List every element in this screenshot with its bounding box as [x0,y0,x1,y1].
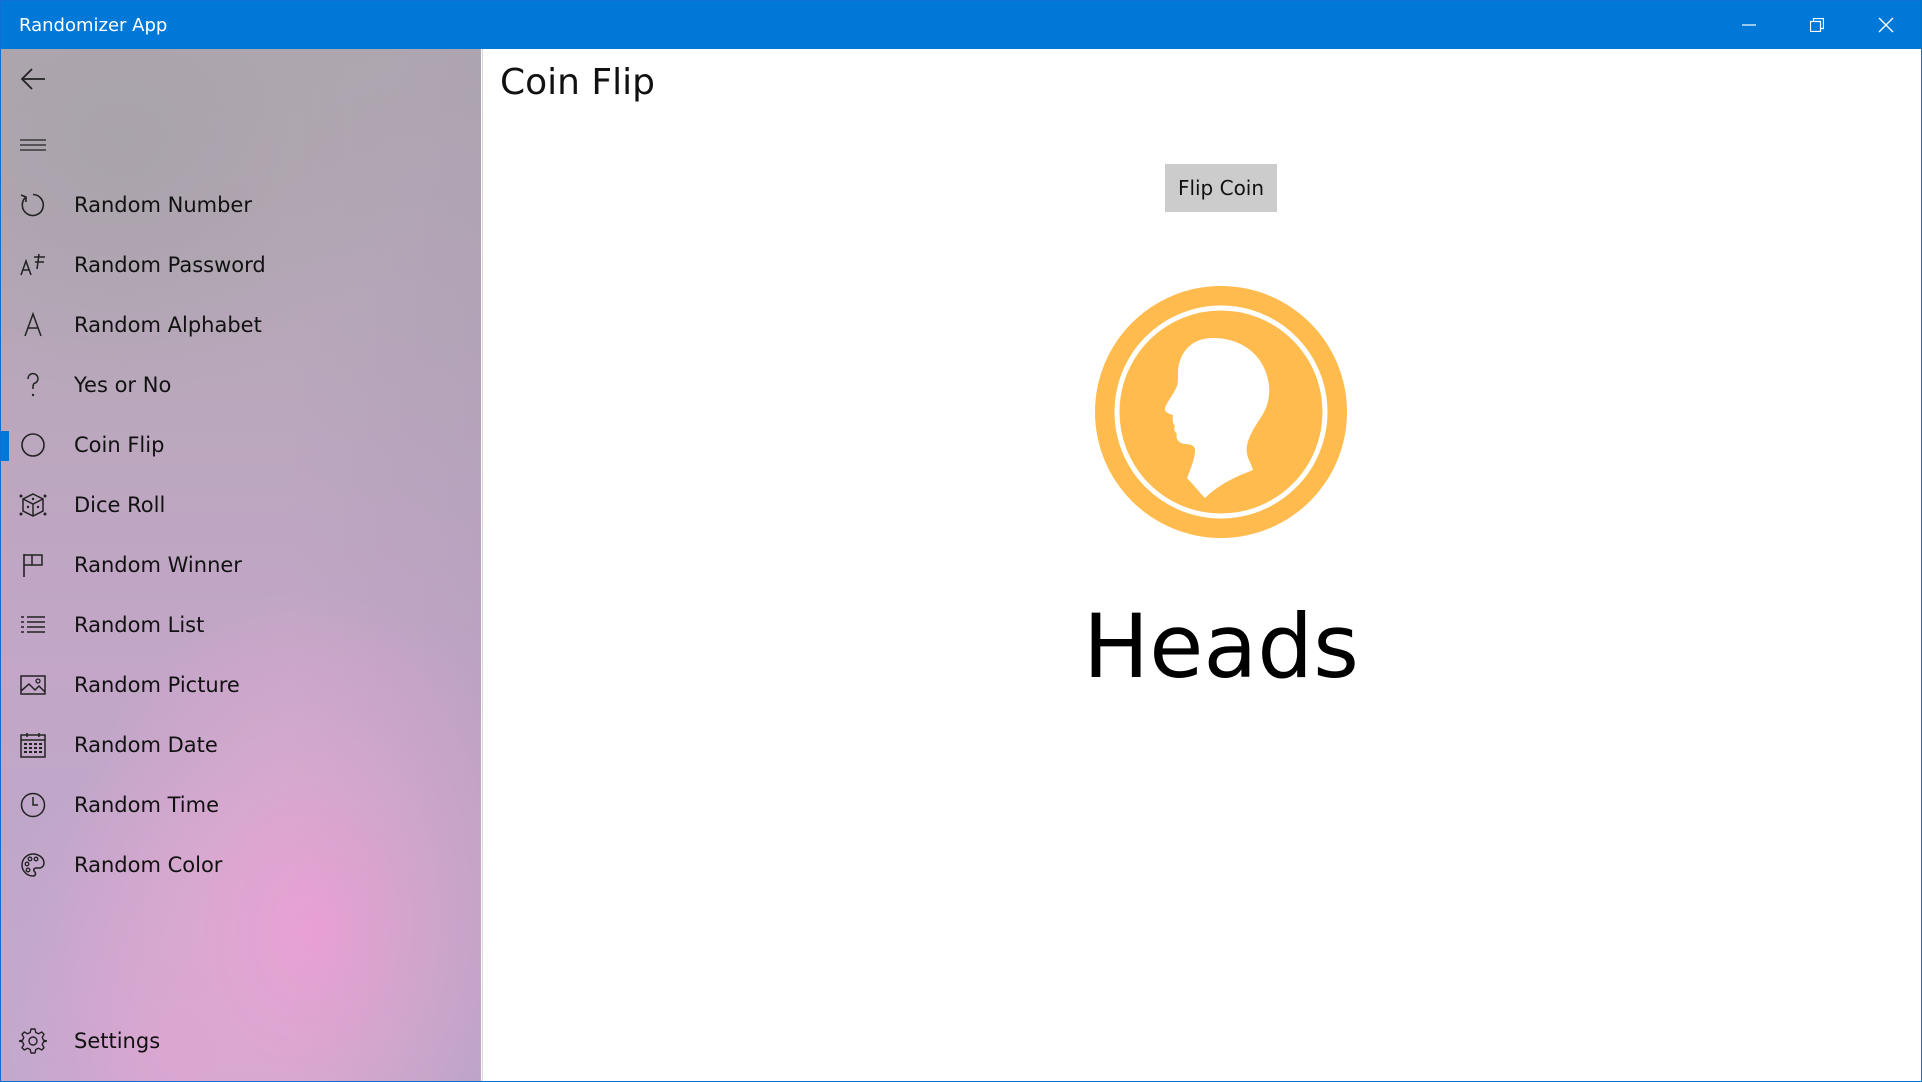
password-icon [19,251,47,279]
question-icon [19,371,47,399]
nav-item-label: Yes or No [74,373,172,397]
nav-item-dice-roll[interactable]: Dice Roll [1,475,481,535]
nav-item-random-winner[interactable]: Random Winner [1,535,481,595]
nav-item-label: Random Alphabet [74,313,262,337]
main-content: Coin Flip Flip Coin Heads [482,49,1921,1081]
minimize-button[interactable] [1715,1,1783,49]
close-icon [1878,17,1894,33]
gear-icon [19,1027,47,1055]
hamburger-icon [20,139,46,151]
nav-item-random-list[interactable]: Random List [1,595,481,655]
nav-item-random-picture[interactable]: Random Picture [1,655,481,715]
nav-item-yes-or-no[interactable]: Yes or No [1,355,481,415]
nav-item-label: Coin Flip [74,433,165,457]
nav-list: Random Number Random Password Random Alp… [1,175,481,895]
back-button[interactable] [1,51,65,107]
coin-result-text: Heads [1083,595,1359,698]
hamburger-menu-button[interactable] [1,117,65,173]
clock-icon [19,791,47,819]
settings-label: Settings [74,1029,161,1053]
refresh-icon [19,191,47,219]
nav-item-random-alphabet[interactable]: Random Alphabet [1,295,481,355]
nav-item-random-password[interactable]: Random Password [1,235,481,295]
nav-item-label: Random Date [74,733,218,757]
palette-icon [19,851,47,879]
restore-icon [1810,18,1824,32]
circle-icon [19,431,47,459]
nav-item-random-date[interactable]: Random Date [1,715,481,775]
nav-item-label: Random Number [74,193,252,217]
nav-item-random-time[interactable]: Random Time [1,775,481,835]
nav-item-coin-flip[interactable]: Coin Flip [1,415,481,475]
close-button[interactable] [1852,1,1920,49]
letter-a-icon [19,311,47,339]
minimize-icon [1742,24,1756,26]
nav-item-label: Dice Roll [74,493,166,517]
app-window: Randomizer App Random Number Random Pass… [0,0,1922,1082]
nav-item-label: Random Winner [74,553,242,577]
dice-icon [19,491,47,519]
nav-item-label: Random Time [74,793,220,817]
list-icon [19,611,47,639]
coin-heads-image [1095,286,1347,538]
nav-item-settings[interactable]: Settings [1,1011,481,1071]
nav-item-label: Random Picture [74,673,240,697]
page-title: Coin Flip [500,62,655,103]
nav-item-label: Random Password [74,253,266,277]
window-title: Randomizer App [19,15,168,36]
nav-item-random-color[interactable]: Random Color [1,835,481,895]
title-bar: Randomizer App [1,1,1921,49]
nav-item-label: Random Color [74,853,223,877]
picture-icon [19,671,47,699]
nav-item-random-number[interactable]: Random Number [1,175,481,235]
back-arrow-icon [20,68,45,90]
flip-coin-button[interactable]: Flip Coin [1165,164,1277,212]
restore-button[interactable] [1783,1,1851,49]
flag-icon [19,551,47,579]
navigation-pane: Random Number Random Password Random Alp… [1,49,481,1081]
calendar-icon [19,731,47,759]
nav-item-label: Random List [74,613,205,637]
